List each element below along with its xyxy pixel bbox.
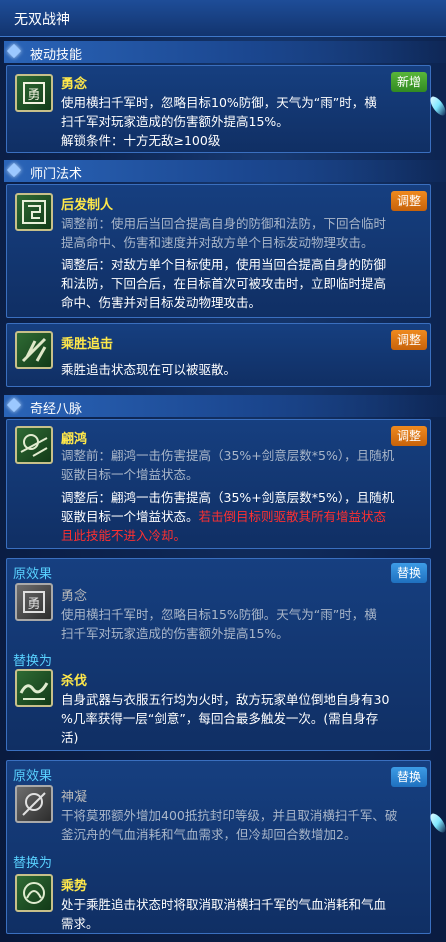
skill-name: 勇念 [61, 77, 88, 92]
diamond-icon [6, 162, 22, 178]
chengshi-icon [15, 874, 53, 912]
svg-text:勇: 勇 [27, 597, 40, 612]
before-line: 驱散目标一个增益状态。 [61, 467, 199, 482]
diamond-icon [6, 397, 22, 413]
yongnian-icon: 勇 [15, 74, 53, 112]
new-desc-line: 自身武器与衣服五行均为火时，敌方玩家单位倒地自身有30 [61, 692, 390, 707]
replace-card-yongnian[interactable]: 原效果 替换 勇 勇念 使用横扫千军时，忽略目标15%防御。天气为“雨”时，横 … [6, 558, 431, 751]
skill-name: 后发制人 [61, 198, 114, 213]
skill-card-houfazhiren[interactable]: 后发制人 调整 调整前：使用后当回合提高自身的防御和法防，下回合临时 提高命中、… [6, 184, 431, 318]
skill-card-yongnian[interactable]: 勇 勇念 新增 使用横扫千军时，忽略目标10%防御，天气为“雨”时，横 扫千军对… [6, 65, 431, 153]
skill-name: 翩鸿 [61, 432, 88, 447]
after-line: 驱散目标一个增益状态。若击倒目标则驱散其所有增益状态 [61, 507, 386, 526]
pianhong-icon [15, 426, 53, 464]
svg-text:勇: 勇 [27, 88, 40, 103]
new-desc-line: 处于乘胜追击状态时将取消取消横扫千军的气血消耗和气血 [61, 897, 387, 912]
after-line: 调整后：翩鸿一击伤害提高（35%+剑意层数*5%），且随机 [61, 490, 395, 505]
before-line: 调整前：翩鸿一击伤害提高（35%+剑意层数*5%），且随机 [61, 448, 395, 463]
shafa-icon [15, 669, 53, 707]
before-line: 调整前：使用后当回合提高自身的防御和法防，下回合临时 [61, 216, 387, 231]
after-line: 和法防，下回合后，在目标首次可被攻击时，立即临时提高 [61, 276, 387, 291]
yongnian-icon: 勇 [15, 583, 53, 621]
badge-replace: 替换 [391, 767, 428, 787]
original-effect-label: 原效果 [13, 769, 53, 784]
page-title: 无双战神 [14, 12, 70, 28]
skill-card-pianhong[interactable]: 翩鸿 调整 调整前：翩鸿一击伤害提高（35%+剑意层数*5%），且随机 驱散目标… [6, 419, 431, 549]
after-text: 驱散目标一个增益状态。 [61, 509, 199, 524]
new-desc-line: 需求。 [61, 916, 99, 931]
shenning-icon [15, 785, 53, 823]
new-skill-name: 杀伐 [61, 674, 88, 689]
after-highlight: 若击倒目标则驱散其所有增益状态 [198, 509, 387, 524]
badge-adjust: 调整 [391, 426, 428, 446]
section-header-meridian: 奇经八脉 [4, 395, 446, 417]
new-skill-name: 乘势 [61, 879, 88, 894]
replaced-with-label: 替换为 [13, 654, 53, 669]
after-line: 命中、伤害并对目标发动物理攻击。 [61, 295, 262, 310]
original-effect-label: 原效果 [13, 567, 53, 582]
houfazhiren-icon [15, 193, 53, 231]
new-desc-line: %几率获得一层“剑意”，每回合最多触发一次。(需自身存 [61, 711, 379, 726]
skill-desc-line: 乘胜追击状态现在可以被驱散。 [61, 362, 237, 377]
badge-replace: 替换 [391, 563, 428, 583]
section-header-passive: 被动技能 [4, 41, 446, 63]
original-desc-line: 干将莫邪额外增加400抵抗封印等级，并且取消横扫千军、破 [61, 808, 398, 823]
after-highlight: 且此技能不进入冷却。 [61, 528, 187, 543]
replaced-with-label: 替换为 [13, 856, 53, 871]
skill-name: 乘胜追击 [61, 337, 114, 352]
skill-desc-line: 使用横扫千军时，忽略目标10%防御，天气为“雨”时，横 [61, 95, 377, 110]
badge-adjust: 调整 [391, 191, 428, 211]
section-title: 奇经八脉 [30, 402, 83, 417]
chengsheng-icon [15, 331, 53, 369]
skill-desc-line: 扫千军对玩家造成的伤害额外提高15%。 [61, 114, 289, 129]
skill-card-chengsheng[interactable]: 乘胜追击 调整 乘胜追击状态现在可以被驱散。 [6, 323, 431, 387]
section-title: 师门法术 [30, 167, 83, 182]
after-line: 调整后：对敌方单个目标使用，使用当回合提高自身的防御 [61, 257, 387, 272]
original-skill-name: 神凝 [61, 790, 88, 805]
diamond-icon [6, 43, 22, 59]
section-title: 被动技能 [30, 48, 83, 63]
original-desc-line: 扫千军对玩家造成的伤害额外提高15%。 [61, 626, 289, 641]
badge-new: 新增 [391, 72, 428, 92]
badge-adjust: 调整 [391, 330, 428, 350]
original-desc-line: 使用横扫千军时，忽略目标15%防御。天气为“雨”时，横 [61, 607, 377, 622]
title-bar: 无双战神 [0, 0, 446, 37]
original-desc-line: 釜沉舟的气血消耗和气血需求，但冷却回合数增加2。 [61, 827, 357, 842]
before-line: 提高命中、伤害和速度并对敌方单个目标发动物理攻击。 [61, 235, 374, 250]
section-header-sect: 师门法术 [4, 160, 446, 182]
unlock-condition: 解锁条件：十方无敌≥100级 [61, 133, 221, 148]
original-skill-name: 勇念 [61, 589, 88, 604]
new-desc-line: 活) [61, 730, 79, 745]
replace-card-shenning[interactable]: 原效果 替换 神凝 干将莫邪额外增加400抵抗封印等级，并且取消横扫千军、破 釜… [6, 760, 431, 934]
